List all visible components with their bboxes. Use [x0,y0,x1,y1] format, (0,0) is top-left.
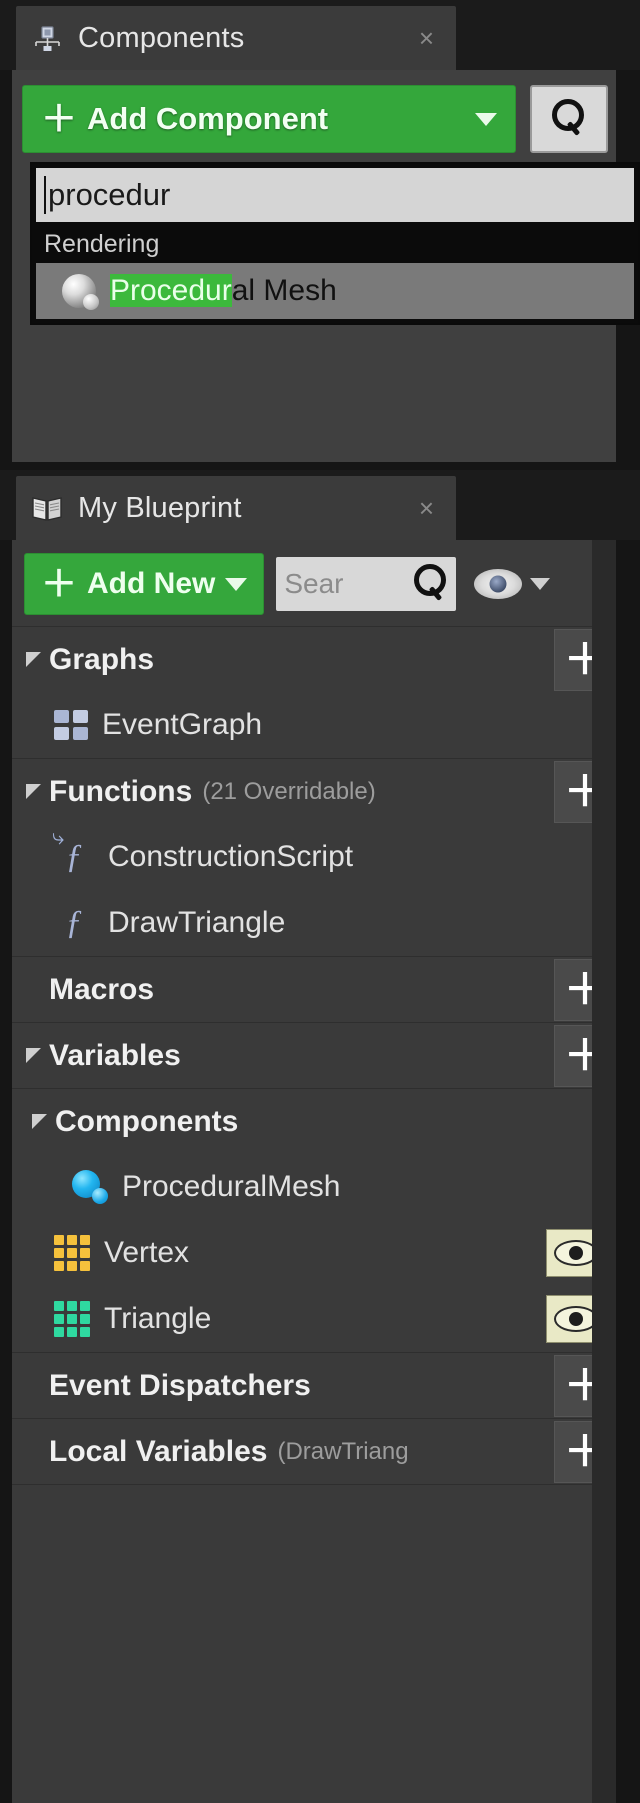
chevron-down-icon[interactable] [530,578,551,590]
visibility-eye-icon[interactable] [474,569,523,599]
section-event-dispatchers[interactable]: Event Dispatchers ＋ [12,1352,616,1418]
search-icon [414,564,448,604]
vertical-scrollbar[interactable] [592,540,616,1803]
components-toolbar: ＋ Add Component [22,84,608,154]
list-item-label: DrawTriangle [108,906,286,939]
subsection-components-label: Components [55,1104,239,1138]
list-item-label: ConstructionScript [108,840,354,873]
procedural-mesh-icon [72,1170,108,1204]
expand-triangle-icon[interactable] [26,1048,41,1063]
blueprint-tree: Graphs ＋ EventGraph Functions (21 Overri… [12,626,616,1803]
construction-script-icon: ⤷ ƒ [52,824,83,875]
section-variables[interactable]: Variables ＋ [12,1022,616,1088]
components-icon [30,21,64,55]
blueprint-search-input[interactable]: Sear [276,557,457,611]
tab-components[interactable]: Components × [16,6,456,70]
section-event-dispatchers-label: Event Dispatchers [49,1368,311,1402]
components-panel-body: ＋ Add Component procedur Rendering Proce… [12,70,640,462]
dropdown-section-rendering: Rendering [36,222,634,263]
visibility-options[interactable] [474,569,551,599]
list-item-vertex[interactable]: Vertex [12,1220,616,1286]
section-graphs-label: Graphs [49,642,155,676]
list-item-triangle[interactable]: Triangle [12,1286,616,1352]
list-item-drawtriangle[interactable]: ƒ DrawTriangle [12,890,616,956]
plus-icon: ＋ [41,563,78,604]
procedural-mesh-icon [62,274,99,310]
plus-icon: ＋ [41,98,78,139]
subsection-components[interactable]: Components [12,1088,616,1154]
blueprint-toolbar: ＋ Add New Sear [24,552,606,616]
chevron-down-icon [225,577,248,591]
array-int-grid-icon [54,1301,90,1337]
chevron-down-icon [475,112,497,126]
list-item-label: Vertex [104,1236,190,1269]
add-component-label: Add Component [87,101,329,136]
dropdown-item-rest: al Mesh [231,274,337,307]
tab-my-blueprint[interactable]: My Blueprint × [16,476,456,540]
list-item-eventgraph[interactable]: EventGraph [12,692,616,758]
section-functions-label: Functions [49,774,193,808]
add-component-dropdown: procedur Rendering Procedural Mesh [30,162,640,325]
blueprint-tabbar: My Blueprint × [0,470,640,540]
list-item-label: Triangle [104,1302,212,1335]
my-blueprint-panel: My Blueprint × ＋ Add New Sear Graphs ＋ E… [0,470,640,1803]
close-icon[interactable]: × [419,25,434,51]
expand-triangle-icon[interactable] [32,1114,47,1129]
add-new-label: Add New [87,567,216,600]
section-macros-label: Macros [49,972,155,1006]
dropdown-item-procedural-mesh[interactable]: Procedural Mesh [36,263,634,319]
component-search-input[interactable]: procedur [36,168,634,222]
tab-components-label: Components [78,21,245,54]
section-variables-label: Variables [49,1038,181,1072]
array-vector-grid-icon [54,1235,90,1271]
section-local-variables-sublabel: (DrawTriang [277,1437,409,1465]
event-graph-icon [54,710,88,740]
list-item-proceduralmesh[interactable]: ProceduralMesh [12,1154,616,1220]
blueprint-search-placeholder: Sear [284,568,344,599]
dropdown-item-label: Procedural Mesh [110,274,337,308]
components-panel: Components × ＋ Add Component procedur Re… [0,0,640,468]
my-blueprint-body: ＋ Add New Sear Graphs ＋ EventGraph Funct… [12,540,616,1803]
section-local-variables-label: Local Variables [49,1434,268,1468]
expand-triangle-icon[interactable] [26,652,41,667]
component-search-value: procedur [48,177,171,212]
list-item-constructionscript[interactable]: ⤷ ƒ ConstructionScript [12,824,616,890]
expand-triangle-icon[interactable] [26,784,41,799]
components-tabbar: Components × [0,0,640,70]
search-icon [552,99,586,139]
blueprint-editor-sidebar: Components × ＋ Add Component procedur Re… [0,0,640,1803]
section-local-variables[interactable]: Local Variables (DrawTriang ＋ [12,1418,616,1484]
section-macros[interactable]: Macros ＋ [12,956,616,1022]
text-caret [44,176,46,214]
list-item-label: ProceduralMesh [122,1170,341,1203]
component-search-button[interactable] [530,85,608,153]
section-functions[interactable]: Functions (21 Overridable) ＋ [12,758,616,824]
blueprint-book-icon [30,491,64,525]
tree-bottom-divider [12,1484,616,1485]
close-icon[interactable]: × [419,495,434,521]
search-match-highlight: Procedur [110,274,232,307]
section-functions-sublabel: (21 Overridable) [202,777,376,805]
add-new-button[interactable]: ＋ Add New [24,553,265,615]
add-component-button[interactable]: ＋ Add Component [22,85,516,153]
tab-my-blueprint-label: My Blueprint [78,491,242,524]
function-icon: ƒ [65,904,83,941]
list-item-label: EventGraph [102,708,263,741]
section-graphs[interactable]: Graphs ＋ [12,626,616,692]
